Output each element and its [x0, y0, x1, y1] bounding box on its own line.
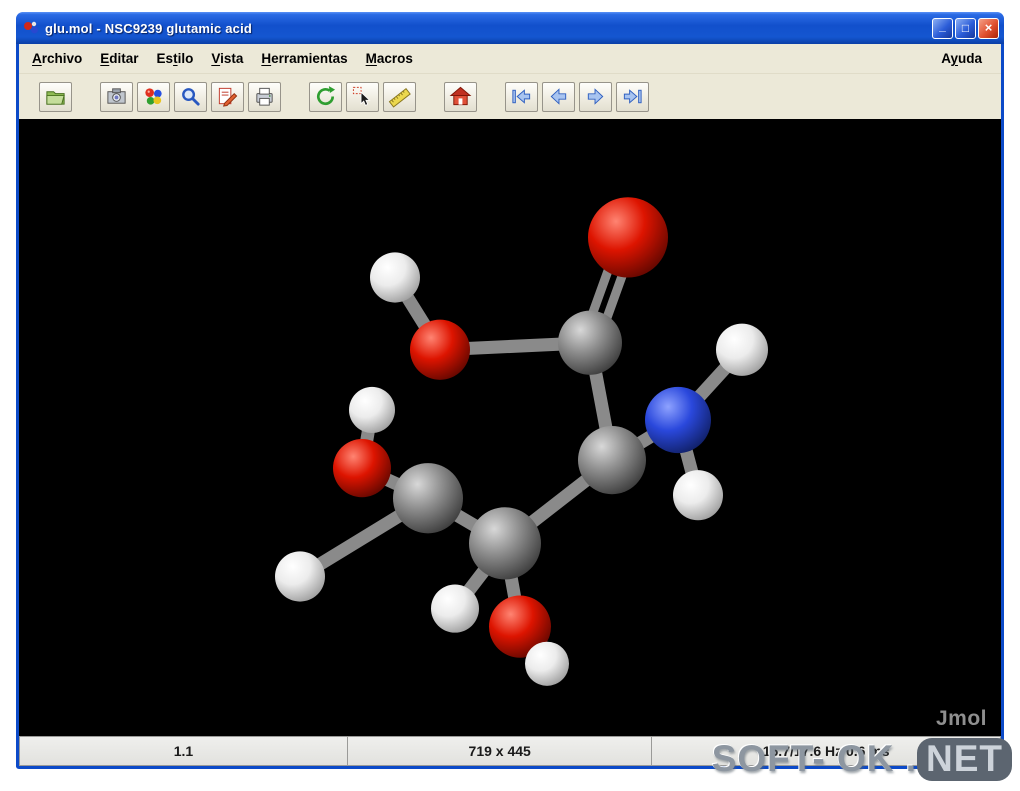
- menu-item-editar[interactable]: Editar: [91, 48, 147, 69]
- window-controls: _ □ ×: [932, 17, 999, 39]
- menu-item-herramientas[interactable]: Herramientas: [252, 48, 356, 69]
- measure-icon: [388, 88, 411, 108]
- menu-item-vista[interactable]: Vista: [202, 48, 252, 69]
- menu-item-estilo[interactable]: Estilo: [148, 48, 203, 69]
- toolbar-button-rotate[interactable]: [309, 81, 342, 112]
- nav-last-icon: [623, 89, 642, 104]
- toolbar-group: [100, 81, 285, 112]
- toolbar-button-home[interactable]: [444, 81, 477, 112]
- window-title: glu.mol - NSC9239 glutamic acid: [45, 20, 253, 36]
- toolbar-group: [39, 81, 76, 112]
- toolbar-button-nav-prev[interactable]: [542, 81, 575, 112]
- titlebar[interactable]: glu.mol - NSC9239 glutamic acid _ □ ×: [16, 12, 1004, 44]
- zoom-icon: [182, 88, 200, 106]
- toolbar: [19, 74, 1001, 119]
- molecule-canvas[interactable]: [19, 119, 1001, 736]
- toolbar-group: [505, 81, 653, 112]
- nav-prev-icon: [550, 88, 567, 105]
- console-icon: [218, 87, 238, 107]
- status-version: 1.1: [19, 736, 347, 766]
- menubar: Archivo Editar Estilo Vista Herramientas Macr…: [19, 44, 1001, 74]
- site-watermark-prefix: SOFT- OK .: [711, 738, 917, 779]
- toolbar-button-nav-last[interactable]: [616, 81, 649, 112]
- site-watermark-suffix: NET: [917, 738, 1012, 781]
- minimize-button[interactable]: _: [932, 17, 953, 39]
- atom-colors-icon: [145, 88, 162, 105]
- print-icon: [256, 87, 273, 106]
- home-icon: [449, 86, 472, 106]
- render-viewport[interactable]: Jmol: [19, 119, 1001, 736]
- toolbar-group: [444, 81, 481, 112]
- rotate-icon: [317, 86, 336, 106]
- jmol-logo: Jmol: [935, 707, 987, 730]
- nav-first-icon: [512, 89, 531, 104]
- app-icon: [24, 21, 38, 34]
- toolbar-button-console[interactable]: [211, 81, 244, 112]
- select-cursor-icon: [352, 86, 371, 106]
- toolbar-button-open-file[interactable]: [39, 81, 72, 112]
- close-button[interactable]: ×: [978, 17, 999, 39]
- menu-item-ayuda[interactable]: Ayuda: [932, 48, 991, 69]
- toolbar-button-zoom[interactable]: [174, 81, 207, 112]
- status-dimensions: 719 x 445: [346, 736, 652, 766]
- nav-next-icon: [587, 88, 604, 105]
- toolbar-group: [309, 81, 420, 112]
- app-window: glu.mol - NSC9239 glutamic acid _ □ × Ar…: [16, 12, 1004, 769]
- toolbar-button-export-image[interactable]: [100, 81, 133, 112]
- toolbar-button-print[interactable]: [248, 81, 281, 112]
- toolbar-button-nav-next[interactable]: [579, 81, 612, 112]
- export-image-icon: [107, 88, 126, 104]
- toolbar-button-atom-colors[interactable]: [137, 81, 170, 112]
- site-watermark: SOFT- OK . NET: [711, 738, 1012, 781]
- toolbar-button-nav-first[interactable]: [505, 81, 538, 112]
- toolbar-button-measure[interactable]: [383, 81, 416, 112]
- menu-item-macros[interactable]: Macros: [357, 48, 422, 69]
- menu-item-archivo[interactable]: Archivo: [23, 48, 91, 69]
- maximize-button[interactable]: □: [955, 17, 976, 39]
- toolbar-button-select-cursor[interactable]: [346, 81, 379, 112]
- open-file-icon: [46, 91, 65, 105]
